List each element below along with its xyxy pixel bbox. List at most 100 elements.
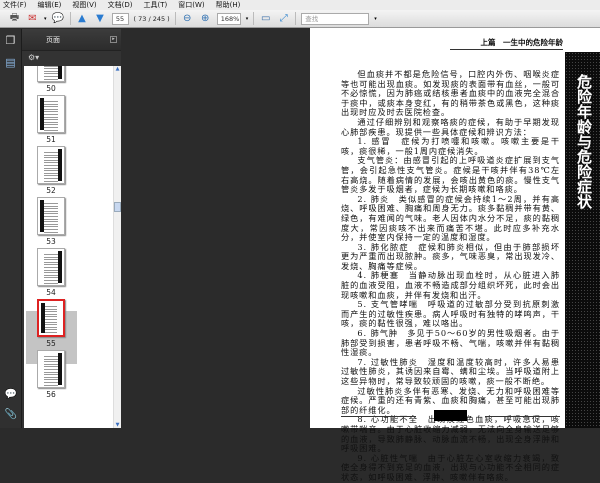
attachments-icon[interactable]: 📎 — [0, 409, 22, 420]
paragraph: 1. 感冒 症候为打喷嚏和咳嗽。咳嗽主要是干咳，痰很稀，一般1周内症候消失。 — [341, 136, 560, 156]
thumbnail-text-line — [45, 326, 57, 328]
share-icon[interactable]: ✉ — [26, 12, 39, 25]
thumbnail-text-line — [44, 213, 58, 215]
thumbnail-text-line — [44, 382, 58, 383]
thumbnail-text-line — [44, 379, 58, 381]
comment-icon[interactable]: 💬 — [52, 12, 65, 25]
next-page-icon[interactable]: ▼ — [94, 12, 107, 25]
thumbnail-label: 56 — [46, 390, 56, 399]
thumbnail-label: 51 — [46, 135, 56, 144]
thumbnail-text-line — [44, 205, 58, 207]
thumbnail-text-line — [44, 384, 58, 386]
page-thumbnail[interactable] — [37, 66, 65, 82]
menu-help[interactable]: 帮助(H) — [216, 0, 241, 10]
side-title: 危险年龄与危险症状 — [575, 74, 593, 209]
thumbnail-text-line — [44, 103, 58, 105]
thumbnail-text-line — [44, 272, 58, 274]
thumbnail-text-line — [44, 167, 58, 169]
divider — [295, 12, 297, 25]
thumbnail-list: 50 51 52 53 54 55 56 ▲ ▼ — [24, 66, 121, 428]
thumbnail-label: 52 — [46, 186, 56, 195]
page-footer — [341, 410, 560, 422]
thumbnail-text-line — [44, 356, 58, 357]
thumbnail-text-line — [44, 223, 58, 225]
thumbnail-strip — [58, 251, 62, 283]
page-number-input[interactable]: 55 — [111, 12, 129, 25]
page-thumbnail[interactable] — [37, 197, 65, 235]
panel-title: 页面 — [46, 35, 60, 44]
thumbnail-label: 50 — [46, 84, 56, 93]
thumbnail-text-line — [44, 369, 58, 370]
paragraph: 支气管炎：由感冒引起的上呼吸道炎症扩展到支气管，会引起急性支气管炎。症候是干咳并… — [341, 155, 560, 195]
paragraph: 4. 肺梗塞 当静动脉出现血栓时，从心脏进入肺脏的血液受阻，血液不畅造成部分组织… — [341, 270, 560, 300]
thumbnail-text-line — [45, 308, 57, 310]
thumbnail-text-line — [44, 119, 58, 121]
menu-edit[interactable]: 编辑(E) — [38, 0, 62, 10]
thumbnail-text-line — [44, 261, 58, 263]
thumbnail-text-line — [44, 157, 58, 159]
divider — [174, 12, 176, 25]
menu-file[interactable]: 文件(F) — [3, 0, 27, 10]
thumbnail-label: 53 — [46, 237, 56, 246]
divider — [253, 12, 255, 25]
panel-menu-button[interactable]: ▸ — [110, 36, 117, 43]
thumbnail-text-line — [44, 129, 58, 131]
print-icon[interactable]: 🖶 — [8, 12, 21, 25]
navigation-icons: ❐ ▤ 💬 📎 — [0, 29, 22, 428]
paragraph: 6. 肺气肿 多见于50～60岁的男性吸烟者。由于肺部受到损害，患者呼吸不畅、气… — [341, 328, 560, 358]
thumbnail-strip — [58, 149, 62, 181]
page-thumbnail[interactable] — [37, 146, 65, 184]
thumbnail-text-line — [44, 376, 58, 378]
full-screen-icon[interactable]: ⤢ — [277, 12, 290, 25]
paragraph: 7. 过敏性肺炎 湿度和温度较高时，许多人易患过敏性肺炎，其诱因来自霉、螨和尘埃… — [341, 356, 560, 386]
menu-document[interactable]: 文档(D) — [108, 0, 133, 10]
options-gear-icon[interactable]: ⚙▾ — [28, 53, 39, 62]
page-thumbnail[interactable] — [37, 248, 65, 286]
thumbnail-text-line — [44, 114, 58, 115]
page-thumbnail[interactable] — [37, 350, 65, 388]
page-thumbnail[interactable] — [37, 299, 65, 337]
thumbnail-text-line — [44, 280, 58, 281]
thumbnail-text-line — [45, 332, 57, 333]
scroll-down-icon[interactable]: ▼ — [114, 422, 121, 428]
thumbnail-text-line — [44, 274, 58, 276]
thumbnail-scrollbar[interactable]: ▲ ▼ — [113, 66, 121, 428]
zoom-input[interactable]: 168% — [216, 12, 241, 25]
thumbnail-text-line — [44, 127, 58, 128]
panel-header: 页面 ▸ — [22, 29, 121, 51]
thumbnail-text-line — [44, 178, 58, 179]
pages-icon[interactable]: ❐ — [0, 34, 21, 47]
paragraph: 9. 心脏性气喘 由于心脏左心室收缩力衰竭，致使全身得不到充足的血液，出现与心功… — [341, 452, 560, 482]
thumbnail-text-line — [44, 180, 58, 182]
search-input[interactable]: 查找 — [301, 12, 370, 25]
thumbnail-label: 55 — [46, 339, 56, 348]
fit-page-icon[interactable]: ▭ — [259, 12, 272, 25]
previous-page-icon[interactable]: ▲ — [76, 12, 89, 25]
thumbnail-text-line — [44, 361, 58, 363]
zoom-in-icon[interactable]: ⊕ — [199, 12, 212, 25]
thumbnail-label: 54 — [46, 288, 56, 297]
page-thumbnail[interactable] — [37, 95, 65, 133]
thumbnail-text-line — [44, 363, 58, 365]
zoom-dropdown-icon[interactable]: ▾ — [246, 16, 249, 22]
scroll-thumb[interactable] — [114, 202, 121, 212]
search-dropdown-icon[interactable]: ▾ — [374, 16, 377, 22]
thumbnail-text-line — [44, 269, 58, 271]
comments-icon[interactable]: 💬 — [0, 389, 22, 400]
thumbnail-text-line — [44, 231, 58, 233]
menu-view[interactable]: 视图(V) — [72, 0, 96, 10]
page-count: ( 73 / 245 ) — [133, 14, 170, 23]
bookmarks-icon[interactable]: ▤ — [0, 56, 21, 69]
thumbnail-text-line — [44, 152, 58, 153]
zoom-out-icon[interactable]: ⊖ — [181, 12, 194, 25]
document-page: 上篇 一生中的危险年龄 但血痰并不都是危险信号，口腔内外伤、咽喉炎症等也可能出现… — [310, 28, 600, 482]
thumbnail-text-line — [44, 221, 58, 223]
menu-window[interactable]: 窗口(W) — [178, 0, 204, 10]
thumbnail-text-line — [44, 254, 58, 255]
thumbnail-text-line — [44, 264, 58, 266]
thumbnail-text-line — [44, 162, 58, 164]
scroll-up-icon[interactable]: ▲ — [114, 66, 121, 72]
running-header: 上篇 一生中的危险年龄 — [450, 37, 563, 50]
menu-tools[interactable]: 工具(T) — [144, 0, 168, 10]
thumbnail-text-line — [44, 124, 58, 126]
